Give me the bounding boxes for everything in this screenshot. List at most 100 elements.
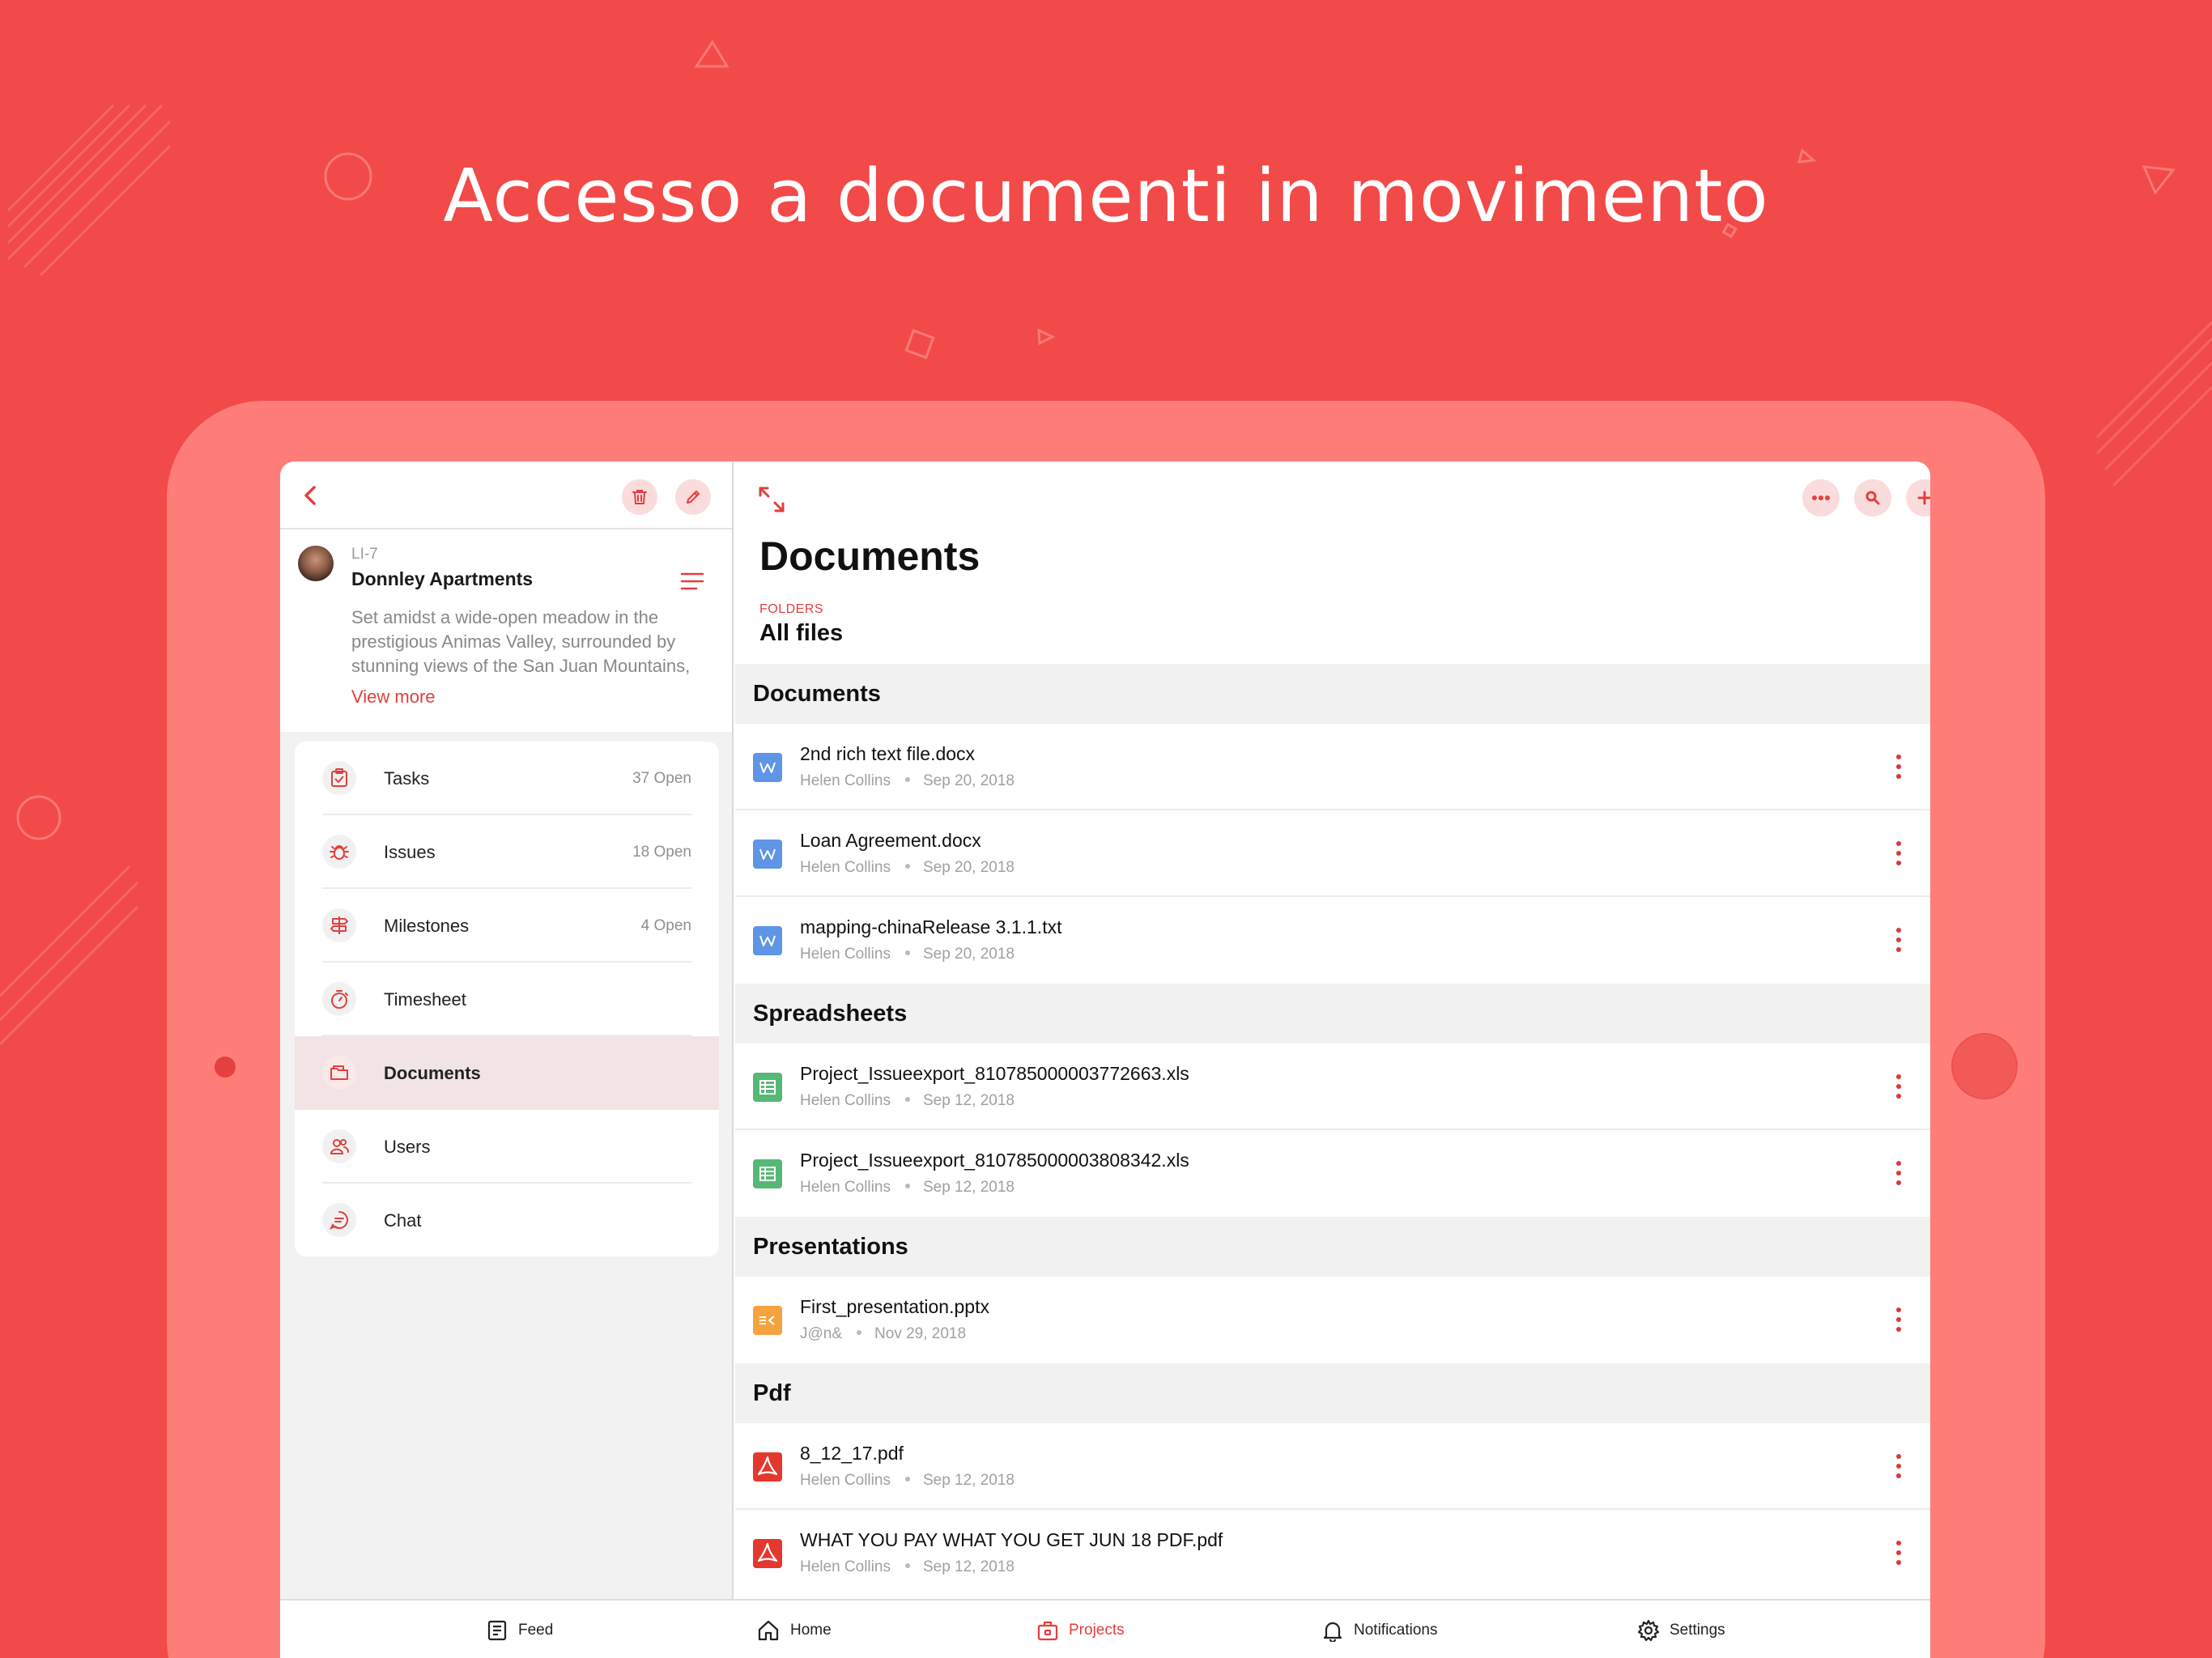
file-date: Sep 20, 2018: [922, 772, 1015, 789]
menu-item-label: Issues: [384, 842, 436, 862]
menu-item-label: Tasks: [384, 768, 430, 789]
feed-icon: [487, 1620, 507, 1641]
file-owner: Helen Collins: [800, 946, 891, 963]
hamburger-menu-icon[interactable]: [680, 572, 704, 591]
more-vertical-icon[interactable]: [1895, 1307, 1903, 1332]
trash-icon: [632, 490, 647, 504]
file-name: Project_Issueexport_810785000003808342.x…: [800, 1150, 1189, 1171]
tab-settings[interactable]: Settings: [1637, 1617, 1725, 1644]
word-doc-icon: [753, 926, 782, 955]
presentation-icon: [753, 1306, 782, 1335]
task-check-icon: [322, 761, 356, 795]
stopwatch-icon: [322, 982, 356, 1016]
menu-item-tasks[interactable]: Tasks 37 Open: [295, 742, 719, 815]
app-screen: LI-7 Donnley Apartments Set amidst a wid…: [280, 461, 1930, 1658]
file-date: Sep 12, 2018: [922, 1472, 1015, 1489]
word-doc-icon: [753, 840, 782, 869]
edit-button[interactable]: [675, 479, 711, 515]
search-button[interactable]: [1854, 479, 1891, 517]
file-name: Project_Issueexport_810785000003772663.x…: [800, 1063, 1189, 1084]
more-vertical-icon[interactable]: [1895, 1454, 1903, 1478]
file-row[interactable]: Project_Issueexport_810785000003808342.x…: [735, 1130, 1930, 1217]
file-date: Sep 20, 2018: [922, 859, 1015, 876]
more-vertical-icon[interactable]: [1895, 1074, 1903, 1099]
file-owner: Helen Collins: [800, 1179, 891, 1196]
bug-icon: [322, 835, 356, 869]
more-vertical-icon[interactable]: [1895, 1161, 1903, 1185]
file-row[interactable]: WHAT YOU PAY WHAT YOU GET JUN 18 PDF.pdf…: [735, 1510, 1930, 1596]
pdf-icon: [753, 1452, 782, 1482]
file-date: Sep 20, 2018: [922, 946, 1015, 963]
file-row[interactable]: 2nd rich text file.docx Helen Collins Sep…: [735, 724, 1930, 810]
expand-icon[interactable]: [758, 486, 785, 513]
users-icon: [322, 1129, 356, 1163]
file-row[interactable]: mapping-chinaRelease 3.1.1.txt Helen Col…: [735, 897, 1930, 984]
more-vertical-icon[interactable]: [1895, 755, 1903, 779]
project-name: Donnley Apartments: [351, 568, 534, 589]
chevron-left-icon[interactable]: [298, 483, 324, 508]
more-vertical-icon[interactable]: [1895, 928, 1903, 952]
separator-dot: [904, 863, 910, 869]
delete-button[interactable]: [622, 479, 657, 515]
more-horizontal-icon: [1812, 495, 1830, 500]
gear-icon: [1637, 1619, 1660, 1642]
separator-dot: [904, 1476, 910, 1482]
tab-label: Home: [790, 1622, 832, 1639]
description-line: Set amidst a wide-open meadow in the: [351, 607, 659, 627]
file-row[interactable]: 8_12_17.pdf Helen Collins Sep 12, 2018: [735, 1423, 1930, 1510]
menu-item-documents[interactable]: Documents: [295, 1036, 719, 1110]
file-row[interactable]: Project_Issueexport_810785000003772663.x…: [735, 1044, 1930, 1130]
tab-feed[interactable]: Feed: [486, 1617, 553, 1644]
menu-item-issues[interactable]: Issues 18 Open: [295, 815, 719, 889]
more-button[interactable]: [1802, 479, 1840, 517]
section-header-presentations: Presentations: [735, 1217, 1930, 1277]
file-meta: Helen Collins Sep 12, 2018: [800, 1092, 1015, 1110]
tab-label: Projects: [1069, 1622, 1125, 1639]
project-header: LI-7 Donnley Apartments Set amidst a wid…: [280, 529, 732, 732]
tab-label: Notifications: [1354, 1622, 1438, 1639]
menu-item-label: Milestones: [384, 916, 470, 936]
project-code: LI-7: [351, 546, 378, 563]
more-vertical-icon[interactable]: [1895, 841, 1903, 865]
folder-selector[interactable]: All files: [759, 620, 843, 647]
page-headline: Accesso a documenti in movimento: [443, 154, 1769, 239]
file-meta: Helen Collins Sep 12, 2018: [800, 1472, 1015, 1490]
separator-dot: [904, 1183, 910, 1188]
tab-notifications[interactable]: Notifications: [1321, 1617, 1438, 1644]
add-button[interactable]: [1906, 479, 1930, 517]
pencil-icon: [687, 491, 700, 504]
file-date: Sep 12, 2018: [922, 1558, 1015, 1575]
file-row[interactable]: Loan Agreement.docx Helen Collins Sep 20,…: [735, 810, 1930, 897]
project-sidebar: LI-7 Donnley Apartments Set amidst a wid…: [280, 461, 734, 1599]
tab-projects[interactable]: Projects: [1036, 1617, 1125, 1644]
menu-item-chat[interactable]: Chat: [295, 1184, 719, 1256]
tab-label: Settings: [1670, 1622, 1725, 1639]
file-date: Sep 12, 2018: [922, 1179, 1015, 1196]
file-meta: Helen Collins Sep 20, 2018: [800, 859, 1015, 877]
view-more-link[interactable]: View more: [351, 687, 436, 708]
separator-dot: [904, 1096, 910, 1102]
project-description: Set amidst a wide-open meadow in the pre…: [351, 606, 716, 678]
word-doc-icon: [753, 753, 782, 782]
bell-icon: [1323, 1622, 1342, 1642]
menu-item-users[interactable]: Users: [295, 1110, 719, 1184]
file-owner: Helen Collins: [800, 1558, 891, 1575]
bottom-tab-bar: Feed Home Projects Notifications Setting…: [280, 1599, 1930, 1658]
file-name: Loan Agreement.docx: [800, 830, 981, 851]
menu-item-label: Timesheet: [384, 989, 466, 1010]
menu-item-timesheet[interactable]: Timesheet: [295, 963, 719, 1036]
home-icon: [758, 1620, 779, 1641]
file-meta: Helen Collins Sep 12, 2018: [800, 1179, 1015, 1197]
section-header-documents: Documents: [735, 664, 1930, 724]
plus-icon: [1917, 491, 1930, 505]
file-name: mapping-chinaRelease 3.1.1.txt: [800, 916, 1062, 937]
sidebar-topbar: [280, 461, 732, 529]
file-row[interactable]: First_presentation.pptx J@n& Nov 29, 2018: [735, 1277, 1930, 1363]
file-name: 2nd rich text file.docx: [800, 743, 976, 764]
project-menu: Tasks 37 Open Issues 18 Open Milestones …: [295, 742, 719, 1256]
more-vertical-icon[interactable]: [1895, 1541, 1903, 1565]
tablet-camera: [215, 1056, 236, 1078]
section-header-pdf: Pdf: [735, 1363, 1930, 1423]
menu-item-milestones[interactable]: Milestones 4 Open: [295, 889, 719, 963]
tab-home[interactable]: Home: [756, 1617, 832, 1644]
